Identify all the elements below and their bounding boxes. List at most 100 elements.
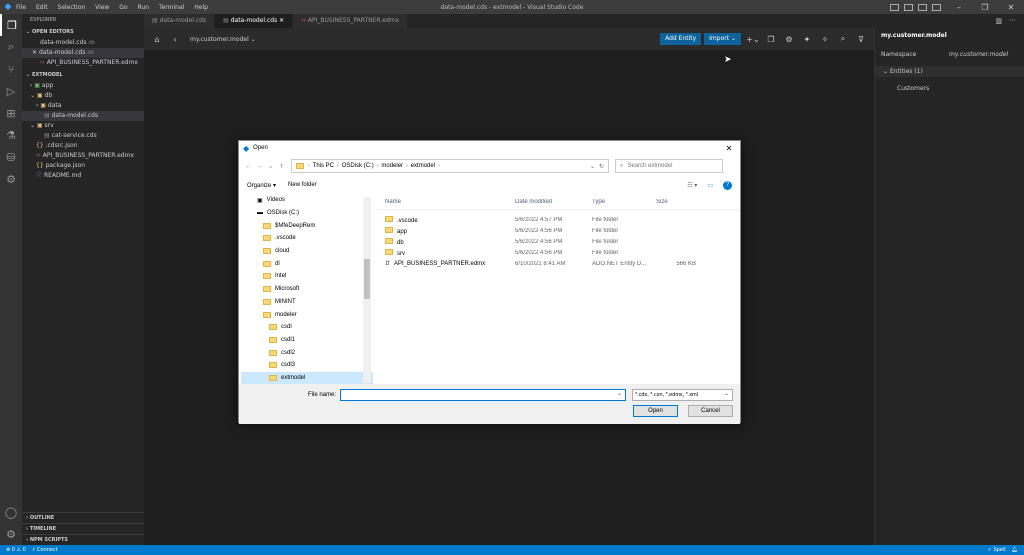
relations-icon[interactable]: ✧ [816, 35, 834, 44]
database-icon[interactable]: ⛁ [0, 146, 22, 168]
scrollbar-thumb[interactable] [364, 259, 370, 299]
menu-file[interactable]: File [16, 4, 26, 11]
file-row[interactable]: ⇵API_BUSINESS_PARTNER.edmx 6/10/2021 8:4… [377, 258, 739, 269]
up-arrow-icon[interactable]: ↑ [276, 163, 287, 170]
nav-item[interactable]: csdl1 [241, 334, 373, 347]
more-actions-icon[interactable]: ⋯ [1009, 16, 1016, 24]
file-type-chevron-icon[interactable]: ⌄ [724, 390, 729, 397]
nav-item[interactable]: Microsoft [241, 283, 373, 296]
nav-item[interactable]: ▬OSDisk (C:) [241, 207, 373, 220]
tree-item-data-model[interactable]: ▤ data-model.cds [22, 111, 144, 121]
menu-edit[interactable]: Edit [36, 4, 48, 11]
nav-scrollbar[interactable] [363, 197, 371, 383]
nav-item[interactable]: csdl2 [241, 346, 373, 359]
recent-chevron-icon[interactable]: ⌄ [265, 162, 276, 170]
nav-item[interactable]: Intel [241, 270, 373, 283]
column-type[interactable]: Type [592, 199, 656, 205]
copy-icon[interactable]: ❐ [762, 35, 780, 44]
address-bar[interactable]: › This PC› OSDisk (C:)› modeler› extmode… [291, 159, 609, 173]
preview-pane-icon[interactable]: ▭ [707, 182, 713, 189]
new-folder-button[interactable]: New folder [288, 182, 317, 188]
project-section[interactable]: ⌄ EXTMODEL [22, 70, 144, 81]
search-icon[interactable]: ⌕ [0, 36, 22, 58]
explorer-icon[interactable]: ❐ [0, 14, 22, 36]
customize-layout-icon[interactable] [932, 4, 941, 11]
layout-icon[interactable]: ⚙ [780, 35, 798, 44]
entities-section[interactable]: ⌄ Entities (1) [875, 66, 1024, 77]
tree-item-cat-service[interactable]: ▤ cat-service.cds [22, 131, 144, 141]
run-debug-icon[interactable]: ▷ [0, 80, 22, 102]
address-dropdown-icon[interactable]: ⌄ [590, 163, 595, 170]
dialog-close-icon[interactable]: ✕ [718, 144, 740, 153]
nav-item[interactable]: csdl [241, 321, 373, 334]
model-selector[interactable]: my.customer.model ⌄ [190, 36, 256, 43]
column-date[interactable]: Date modified [515, 199, 592, 205]
open-editor-item[interactable]: ‹› API_BUSINESS_PARTNER.edmx [22, 58, 144, 68]
timeline-section[interactable]: › TIMELINE [22, 523, 144, 534]
menu-view[interactable]: View [95, 4, 109, 11]
menu-run[interactable]: Run [138, 4, 150, 11]
tree-item-edmx[interactable]: ‹› API_BUSINESS_PARTNER.edmx [22, 151, 144, 161]
outline-section[interactable]: › OUTLINE [22, 512, 144, 523]
nav-item[interactable]: $MfeDeepRem [241, 219, 373, 232]
tools-icon[interactable]: ✦ [798, 35, 816, 44]
breadcrumb-modeler[interactable]: modeler [381, 163, 403, 169]
sap-icon[interactable]: ⚙ [0, 168, 22, 190]
spell-status[interactable]: ✓ Spell [988, 547, 1006, 553]
column-name[interactable]: Name [377, 199, 515, 205]
menu-help[interactable]: Help [194, 4, 208, 11]
organize-menu[interactable]: Organize ▾ [247, 182, 276, 189]
toggle-panel-icon[interactable] [904, 4, 913, 11]
nav-item[interactable]: .vscode [241, 232, 373, 245]
home-icon[interactable]: ⌂ [148, 35, 166, 44]
menu-go[interactable]: Go [119, 4, 127, 11]
tab-edmx[interactable]: ‹› API_BUSINESS_PARTNER.edmx [293, 14, 408, 28]
breadcrumb-extmodel[interactable]: extmodel [411, 163, 435, 169]
open-editor-item[interactable]: data-model.cds db [22, 38, 144, 48]
manage-gear-icon[interactable]: ⚙ [0, 523, 22, 545]
nav-item[interactable]: csdl3 [241, 359, 373, 372]
nav-item[interactable]: ▣Videos [241, 194, 373, 207]
split-editor-icon[interactable]: ▥ [995, 17, 1002, 25]
tree-item-srv[interactable]: ⌄ ▣ srv [22, 121, 144, 131]
import-button[interactable]: Import ⌄ [704, 33, 741, 45]
notifications-icon[interactable]: 🔔︎ [1012, 547, 1018, 553]
menu-terminal[interactable]: Terminal [159, 4, 184, 11]
file-row[interactable]: app 5/6/2022 4:56 PM File folder [377, 225, 739, 236]
minimize-icon[interactable]: – [946, 3, 972, 12]
cancel-button[interactable]: Cancel [688, 405, 733, 417]
tree-item-data[interactable]: › ▣ data [22, 101, 144, 111]
nav-item[interactable]: dl [241, 257, 373, 270]
help-icon[interactable]: ? [723, 181, 732, 190]
nav-item[interactable]: MININT [241, 296, 373, 309]
menu-selection[interactable]: Selection [58, 4, 86, 11]
connect-status[interactable]: ⚡ Connect [32, 547, 58, 553]
testing-icon[interactable]: ⚗ [0, 124, 22, 146]
column-size[interactable]: Size [656, 199, 696, 205]
toggle-secondary-sidebar-icon[interactable] [918, 4, 927, 11]
npm-scripts-section[interactable]: › NPM SCRIPTS [22, 534, 144, 545]
close-window-icon[interactable]: ✕ [998, 3, 1024, 12]
refresh-icon[interactable]: ↻ [599, 163, 604, 170]
file-row[interactable]: srv 5/6/2022 4:56 PM File folder [377, 247, 739, 258]
entity-customers[interactable]: Customers [875, 77, 1024, 100]
nav-item[interactable]: modeler [241, 308, 373, 321]
extensions-icon[interactable]: ⊞ [0, 102, 22, 124]
restore-icon[interactable]: ❐ [972, 3, 998, 12]
namespace-value[interactable]: my.customer.model [949, 51, 1008, 58]
view-options-icon[interactable]: ☷ ▾ [687, 182, 697, 189]
source-control-icon[interactable]: ⑂ [0, 58, 22, 80]
tree-item-cdsrc[interactable]: {} .cdsrc.json [22, 141, 144, 151]
forward-arrow-icon[interactable]: → [254, 163, 265, 170]
filter-icon[interactable]: ⊽ [852, 35, 870, 44]
toggle-sidebar-icon[interactable] [890, 4, 899, 11]
add-icon[interactable]: +⌄ [744, 35, 762, 44]
tree-item-package[interactable]: {} package.json [22, 161, 144, 171]
nav-item-selected[interactable]: extmodel [241, 372, 373, 384]
open-editors-section[interactable]: ⌄ OPEN EDITORS [22, 27, 144, 38]
file-row[interactable]: db 5/6/2022 4:56 PM File folder [377, 236, 739, 247]
problems-status[interactable]: ⊗ 0 ⚠ 0 [6, 547, 26, 553]
tree-item-app[interactable]: › ▣ app [22, 81, 144, 91]
search-field[interactable]: ⌕Search extmodel [615, 159, 723, 173]
nav-item[interactable]: cloud [241, 245, 373, 258]
